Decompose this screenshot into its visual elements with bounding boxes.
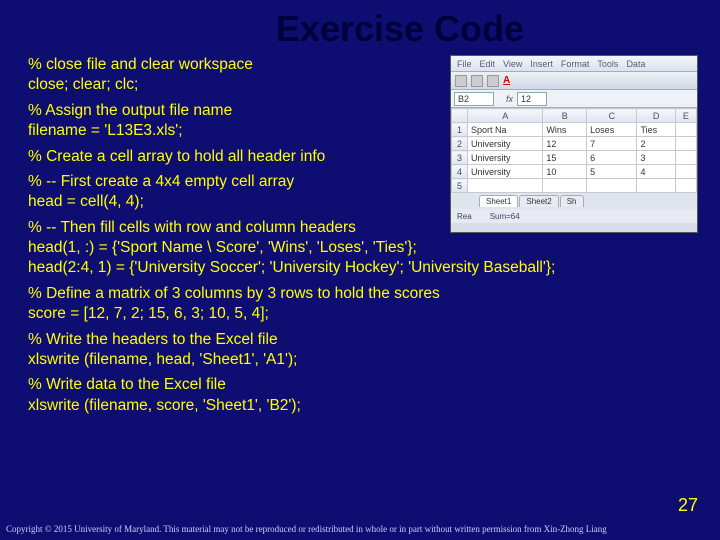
sheet-tab: Sheet1 — [479, 195, 518, 207]
cell — [675, 179, 696, 193]
cell — [675, 137, 696, 151]
menu-file: File — [457, 59, 472, 69]
cell: 12 — [543, 137, 587, 151]
cell: 10 — [543, 165, 587, 179]
menu-view: View — [503, 59, 522, 69]
sheet-tab: Sheet2 — [519, 195, 558, 207]
excel-menubar: File Edit View Insert Format Tools Data — [451, 56, 697, 72]
cell — [468, 179, 543, 193]
cell — [675, 165, 696, 179]
col-header: A — [468, 109, 543, 123]
row-header: 1 — [452, 123, 468, 137]
menu-tools: Tools — [597, 59, 618, 69]
copyright-text: Copyright © 2015 University of Maryland.… — [6, 524, 714, 534]
code-line: xlswrite (filename, score, 'Sheet1', 'B2… — [28, 396, 688, 415]
cell: 15 — [543, 151, 587, 165]
cell: University — [468, 165, 543, 179]
cell — [637, 179, 675, 193]
cell: University — [468, 137, 543, 151]
cell — [675, 151, 696, 165]
cell: Ties — [637, 123, 675, 137]
code-line: score = [12, 7, 2; 15, 6, 3; 10, 5, 4]; — [28, 304, 688, 323]
toolbar-icon — [487, 75, 499, 87]
corner-cell — [452, 109, 468, 123]
code-line: head(1, :) = {'Sport Name \ Score', 'Win… — [28, 238, 688, 257]
table-row: 5 — [452, 179, 697, 193]
cell — [587, 179, 637, 193]
sheet-tab: Sh — [560, 195, 584, 207]
sheet-tabs: Sheet1 Sheet2 Sh — [451, 193, 697, 209]
col-header: B — [543, 109, 587, 123]
cell: 5 — [587, 165, 637, 179]
cell: Sport Na — [468, 123, 543, 137]
cell: 2 — [637, 137, 675, 151]
menu-format: Format — [561, 59, 590, 69]
row-header: 5 — [452, 179, 468, 193]
toolbar-icon — [455, 75, 467, 87]
cell: 4 — [637, 165, 675, 179]
table-row: 3 University 15 6 3 — [452, 151, 697, 165]
col-header: D — [637, 109, 675, 123]
cell: 6 — [587, 151, 637, 165]
code-line: % Write the headers to the Excel file — [28, 330, 688, 349]
col-header: E — [675, 109, 696, 123]
fx-icon: fx — [506, 94, 513, 104]
status-sum: Sum=64 — [490, 212, 520, 221]
cell — [675, 123, 696, 137]
excel-screenshot: File Edit View Insert Format Tools Data … — [450, 55, 698, 233]
menu-data: Data — [626, 59, 645, 69]
row-header: 2 — [452, 137, 468, 151]
cell: Loses — [587, 123, 637, 137]
name-box: B2 — [454, 92, 494, 106]
slide-title: Exercise Code — [0, 0, 720, 50]
row-header: 4 — [452, 165, 468, 179]
formula-value: 12 — [517, 92, 547, 106]
status-ready: Rea — [457, 212, 472, 221]
code-line: % Define a matrix of 3 columns by 3 rows… — [28, 284, 688, 303]
cell: 7 — [587, 137, 637, 151]
row-header: 3 — [452, 151, 468, 165]
excel-toolbar: A — [451, 72, 697, 90]
excel-grid: A B C D E 1 Sport Na Wins Loses Ties 2 U… — [451, 108, 697, 193]
table-row: 1 Sport Na Wins Loses Ties — [452, 123, 697, 137]
page-number: 27 — [678, 495, 698, 516]
table-row: 2 University 12 7 2 — [452, 137, 697, 151]
excel-formula-bar: B2 fx 12 — [451, 90, 697, 108]
font-color-icon: A — [503, 75, 510, 86]
cell: Wins — [543, 123, 587, 137]
menu-edit: Edit — [480, 59, 496, 69]
code-line: % Write data to the Excel file — [28, 375, 688, 394]
table-row: 4 University 10 5 4 — [452, 165, 697, 179]
menu-insert: Insert — [530, 59, 553, 69]
cell: University — [468, 151, 543, 165]
toolbar-icon — [471, 75, 483, 87]
cell: 3 — [637, 151, 675, 165]
col-header: C — [587, 109, 637, 123]
code-line: xlswrite (filename, head, 'Sheet1', 'A1'… — [28, 350, 688, 369]
excel-statusbar: Rea Sum=64 — [451, 209, 697, 223]
cell — [543, 179, 587, 193]
code-line: head(2:4, 1) = {'University Soccer'; 'Un… — [28, 258, 688, 277]
